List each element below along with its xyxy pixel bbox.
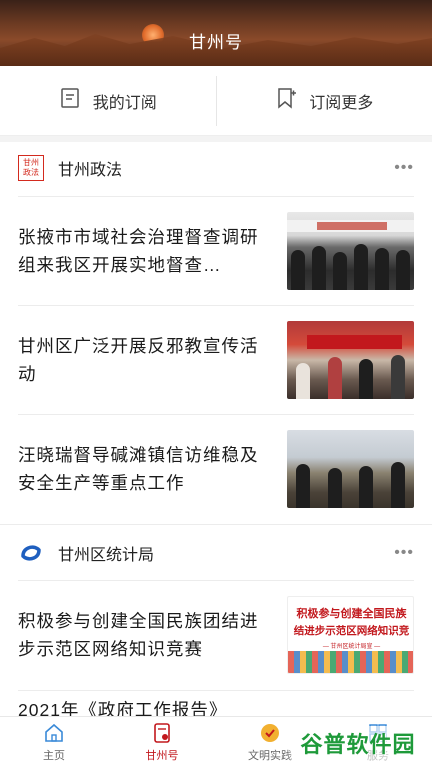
thumbnail-people xyxy=(287,460,414,508)
document-list-icon xyxy=(59,87,81,114)
my-subscriptions-button[interactable]: 我的订阅 xyxy=(0,66,216,135)
article-title: 张掖市市域社会治理督查调研组来我区开展实地督查… xyxy=(18,226,259,275)
article-row[interactable]: 积极参与创建全国民族团结进步示范区网络知识竞赛 积极参与创建全国民族 结进步示范… xyxy=(18,580,414,688)
header-banner: 甘州号 xyxy=(0,0,432,66)
channel-header-ganzhou-statistics[interactable]: 甘州区统计局 ••• xyxy=(0,524,432,580)
tab-label: 文明实践 xyxy=(248,750,292,762)
thumbnail-text-line: 积极参与创建全国民族 xyxy=(296,607,407,620)
article-row[interactable]: 汪晓瑞督导碱滩镇信访维稳及安全生产等重点工作 xyxy=(18,414,414,522)
article-title: 汪晓瑞督导碱滩镇信访维稳及安全生产等重点工作 xyxy=(18,444,259,493)
watermark: 谷普软件园 xyxy=(288,726,428,760)
thumbnail-crowd-decoration xyxy=(288,650,413,673)
thumbnail-banner xyxy=(287,219,414,232)
tab-label: 甘州号 xyxy=(145,750,179,762)
my-subscriptions-label: 我的订阅 xyxy=(92,94,157,112)
article-thumbnail: 积极参与创建全国民族 结进步示范区网络知识竞 — 甘州区统计局宣 — xyxy=(287,595,414,674)
logo-text: 甘州政法 xyxy=(23,158,39,177)
thumbnail-banner xyxy=(307,334,402,349)
article-thumbnail xyxy=(287,429,414,508)
page-title: 甘州号 xyxy=(189,33,243,52)
tab-label: 主页 xyxy=(43,750,65,762)
channel-header-ganzhou-zhengfa[interactable]: 甘州政法 甘州政法 ••• xyxy=(0,140,432,196)
document-icon xyxy=(151,722,173,744)
subscribe-more-label: 订阅更多 xyxy=(309,94,374,112)
subscribe-more-button[interactable]: 订阅更多 xyxy=(217,66,432,135)
article-row[interactable]: 张掖市市域社会治理督查调研组来我区开展实地督查… xyxy=(18,196,414,304)
channel-name: 甘州政法 xyxy=(58,162,123,179)
badge-icon xyxy=(259,722,281,744)
subscription-bar: 我的订阅 订阅更多 xyxy=(0,66,432,136)
article-thumbnail xyxy=(287,320,414,399)
more-options-icon[interactable]: ••• xyxy=(394,544,414,562)
home-icon xyxy=(43,722,65,744)
thumbnail-people xyxy=(287,351,414,399)
channel-name: 甘州区统计局 xyxy=(58,546,155,564)
article-thumbnail xyxy=(287,211,414,290)
tab-ganzhouhao[interactable]: 甘州号 xyxy=(108,717,216,768)
thumbnail-people xyxy=(287,242,414,290)
article-title: 积极参与创建全国民族团结进步示范区网络知识竞赛 xyxy=(18,610,259,659)
article-title: 甘州区广泛开展反邪教宣传活动 xyxy=(18,335,259,384)
bookmark-add-icon xyxy=(275,87,297,114)
statistics-bureau-logo xyxy=(18,540,44,566)
article-row[interactable]: 甘州区广泛开展反邪教宣传活动 xyxy=(18,305,414,413)
thumbnail-text-line: — 甘州区统计局宣 — xyxy=(322,643,381,650)
more-options-icon[interactable]: ••• xyxy=(394,159,414,177)
tab-home[interactable]: 主页 xyxy=(0,717,108,768)
ganzhou-zhengfa-logo: 甘州政法 xyxy=(18,155,44,181)
thumbnail-text-line: 结进步示范区网络知识竞 xyxy=(293,624,410,637)
